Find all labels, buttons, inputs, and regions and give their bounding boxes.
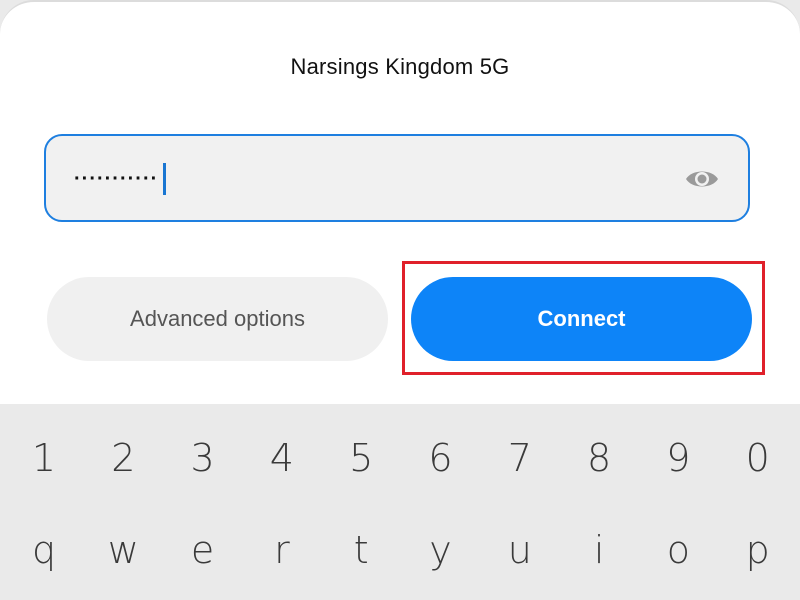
key-r[interactable]: r bbox=[252, 522, 312, 578]
key-q[interactable]: q bbox=[14, 522, 74, 578]
eye-icon[interactable] bbox=[684, 166, 720, 192]
connect-button[interactable]: Connect bbox=[411, 277, 752, 361]
network-name-title: Narsings Kingdom 5G bbox=[290, 54, 510, 79]
key-e[interactable]: e bbox=[173, 522, 233, 578]
text-cursor bbox=[163, 163, 166, 195]
key-5[interactable]: 5 bbox=[331, 430, 391, 486]
key-7[interactable]: 7 bbox=[490, 430, 550, 486]
password-value: ··········· bbox=[74, 168, 159, 190]
keyboard-number-row: 1234567890 bbox=[0, 430, 800, 490]
key-i[interactable]: i bbox=[569, 522, 629, 578]
key-6[interactable]: 6 bbox=[411, 430, 471, 486]
key-1[interactable]: 1 bbox=[14, 430, 74, 486]
key-8[interactable]: 8 bbox=[569, 430, 629, 486]
key-w[interactable]: w bbox=[93, 522, 153, 578]
advanced-options-button[interactable]: Advanced options bbox=[47, 277, 388, 361]
wifi-connect-screen: Narsings Kingdom 5G ··········· Advanced… bbox=[0, 0, 800, 600]
key-3[interactable]: 3 bbox=[173, 430, 233, 486]
key-y[interactable]: y bbox=[411, 522, 471, 578]
key-4[interactable]: 4 bbox=[252, 430, 312, 486]
password-input[interactable]: ··········· bbox=[44, 134, 750, 222]
key-p[interactable]: p bbox=[728, 522, 788, 578]
wifi-password-dialog: Narsings Kingdom 5G ··········· Advanced… bbox=[0, 0, 800, 404]
key-0[interactable]: 0 bbox=[728, 430, 788, 486]
key-o[interactable]: o bbox=[648, 522, 708, 578]
key-u[interactable]: u bbox=[490, 522, 550, 578]
key-2[interactable]: 2 bbox=[93, 430, 153, 486]
key-t[interactable]: t bbox=[331, 522, 391, 578]
key-9[interactable]: 9 bbox=[648, 430, 708, 486]
keyboard-letter-row: qwertyuiop bbox=[0, 522, 800, 582]
on-screen-keyboard: 1234567890 qwertyuiop bbox=[0, 404, 800, 600]
